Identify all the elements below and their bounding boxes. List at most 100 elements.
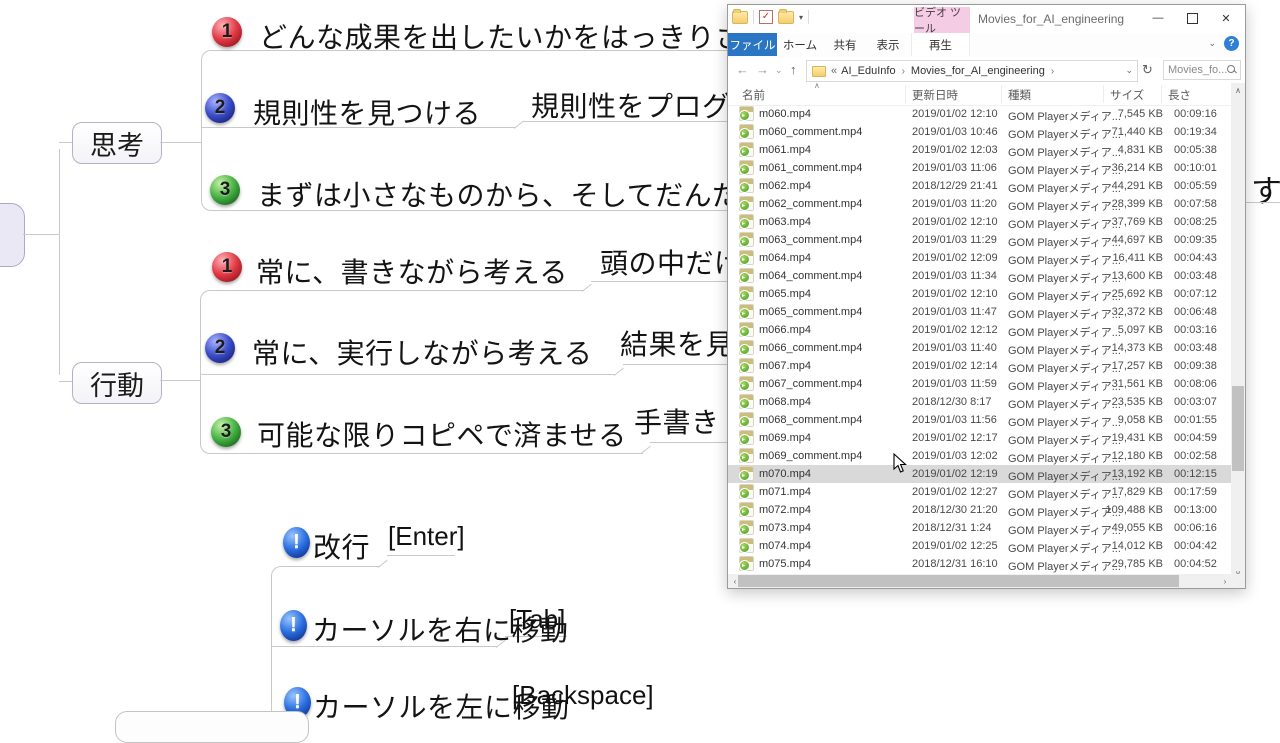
file-row[interactable]: ▸m061_comment.mp42019/01/03 11:06GOM Pla… xyxy=(728,159,1232,177)
child-branch-text[interactable]: 頭の中だけ xyxy=(600,242,743,282)
file-row[interactable]: ▸m060.mp42019/01/02 12:10GOM Playerメディア.… xyxy=(728,105,1232,123)
column-divider[interactable] xyxy=(905,85,906,103)
file-row[interactable]: ▸m065_comment.mp42019/01/03 11:47GOM Pla… xyxy=(728,303,1232,321)
mindmap-partial-node[interactable] xyxy=(115,711,309,743)
file-row[interactable]: ▸m074.mp42019/01/02 12:25GOM Playerメディア.… xyxy=(728,537,1232,555)
file-row[interactable]: ▸m063_comment.mp42019/01/03 11:29GOM Pla… xyxy=(728,231,1232,249)
child-branch-text[interactable]: 手書き xyxy=(634,401,720,441)
maximize-icon xyxy=(1187,13,1198,24)
file-row[interactable]: ▸m063.mp42019/01/02 12:10GOM Playerメディア.… xyxy=(728,213,1232,231)
file-row[interactable]: ▸m072.mp42018/12/30 21:20GOM Playerメディア.… xyxy=(728,501,1232,519)
file-row[interactable]: ▸m060_comment.mp42019/01/03 10:46GOM Pla… xyxy=(728,123,1232,141)
file-length: 00:08:25 xyxy=(1174,216,1217,228)
refresh-icon[interactable]: ↻ xyxy=(1142,62,1153,78)
file-name: m072.mp4 xyxy=(759,504,811,516)
file-row[interactable]: ▸m062_comment.mp42019/01/03 11:20GOM Pla… xyxy=(728,195,1232,213)
up-icon[interactable]: ↑ xyxy=(790,62,797,77)
branch-text[interactable]: 規則性を見つける xyxy=(253,92,481,132)
branch-text[interactable]: 常に、実行しながら考える xyxy=(252,332,592,372)
file-row[interactable]: ▸m069.mp42019/01/02 12:17GOM Playerメディア.… xyxy=(728,429,1232,447)
scroll-up-icon[interactable]: ∧ xyxy=(1231,83,1245,97)
breadcrumb-item[interactable]: Movies_for_AI_engineering xyxy=(911,65,1045,77)
key-label[interactable]: [Tab] xyxy=(509,604,565,635)
column-divider[interactable] xyxy=(1001,85,1002,103)
properties-check-icon[interactable]: ✓ xyxy=(759,10,773,24)
file-row[interactable]: ▸m068_comment.mp42019/01/03 11:56GOM Pla… xyxy=(728,411,1232,429)
column-divider[interactable] xyxy=(1103,85,1104,103)
forward-icon[interactable]: → xyxy=(756,62,769,77)
tab-view[interactable]: 表示 xyxy=(870,33,906,56)
breadcrumb-item[interactable]: AI_EduInfo xyxy=(841,65,895,77)
column-header-size[interactable]: サイズ xyxy=(1110,87,1144,103)
column-header-date[interactable]: 更新日時 xyxy=(912,87,958,103)
file-length: 00:08:06 xyxy=(1174,378,1217,390)
qat-dropdown-icon[interactable]: ▾ xyxy=(799,13,803,22)
breadcrumb-prefix[interactable]: « xyxy=(831,65,837,77)
file-row[interactable]: ▸m064_comment.mp42019/01/03 11:34GOM Pla… xyxy=(728,267,1232,285)
help-icon[interactable]: ? xyxy=(1224,36,1239,51)
folder-icon[interactable] xyxy=(732,11,748,24)
file-length: 00:12:15 xyxy=(1174,468,1217,480)
file-row[interactable]: ▸m067_comment.mp42019/01/03 11:59GOM Pla… xyxy=(728,375,1232,393)
file-row[interactable]: ▸m073.mp42018/12/31 1:24GOM Playerメディア..… xyxy=(728,519,1232,537)
title-bar[interactable]: ✓ ▾ ビデオ ツール Movies_for_AI_engineering — … xyxy=(728,5,1245,33)
key-label[interactable]: [Backspace] xyxy=(512,680,654,711)
vertical-scrollbar[interactable]: ∧ ∨ xyxy=(1231,83,1245,580)
minimize-button[interactable]: — xyxy=(1141,5,1175,31)
back-icon[interactable]: ← xyxy=(736,62,749,77)
file-row[interactable]: ▸m068.mp42018/12/30 8:17GOM Playerメディア..… xyxy=(728,393,1232,411)
branch-text[interactable]: 可能な限りコピペで済ませる xyxy=(257,414,627,454)
key-label[interactable]: [Enter] xyxy=(388,521,465,552)
maximize-button[interactable] xyxy=(1175,5,1209,31)
file-name: m061.mp4 xyxy=(759,144,811,156)
file-row[interactable]: ▸m064.mp42019/01/02 12:09GOM Playerメディア.… xyxy=(728,249,1232,267)
file-row[interactable]: ▸m061.mp42019/01/02 12:03GOM Playerメディア.… xyxy=(728,141,1232,159)
address-bar[interactable]: « AI_EduInfo › Movies_for_AI_engineering… xyxy=(806,60,1138,82)
file-row[interactable]: ▸m071.mp42019/01/02 12:27GOM Playerメディア.… xyxy=(728,483,1232,501)
branch-text[interactable]: どんな成果を出したいかをはっきりさせる xyxy=(259,16,801,56)
file-row[interactable]: ▸m075.mp42018/12/31 16:10GOM Playerメディア.… xyxy=(728,555,1232,573)
column-divider[interactable] xyxy=(1161,85,1162,103)
branch-text[interactable]: 改行 xyxy=(313,526,370,566)
file-row[interactable]: ▸m067.mp42019/01/02 12:14GOM Playerメディア.… xyxy=(728,357,1232,375)
horizontal-scrollbar[interactable]: ‹ › xyxy=(728,574,1232,588)
column-header-type[interactable]: 種類 xyxy=(1008,87,1031,103)
breadcrumb-separator[interactable]: › xyxy=(1051,66,1054,77)
file-row[interactable]: ▸m066.mp42019/01/02 12:12GOM Playerメディア.… xyxy=(728,321,1232,339)
vertical-scroll-thumb[interactable] xyxy=(1232,386,1244,471)
file-row[interactable]: ▸m062.mp42018/12/29 21:41GOM Playerメディア.… xyxy=(728,177,1232,195)
new-folder-icon[interactable] xyxy=(778,11,794,24)
column-header-name[interactable]: 名前 xyxy=(742,87,765,103)
file-row[interactable]: ▸m070.mp42019/01/02 12:19GOM Playerメディア.… xyxy=(728,465,1232,483)
column-header-length[interactable]: 長さ xyxy=(1168,87,1191,103)
child-branch-text[interactable]: 規則性をプログ xyxy=(531,85,731,125)
address-dropdown-icon[interactable]: ⌄ xyxy=(1125,65,1133,76)
mp4-file-icon: ▸ xyxy=(739,358,754,373)
breadcrumb-separator[interactable]: › xyxy=(902,66,905,77)
child-branch-text[interactable]: 結果を見 xyxy=(620,323,734,363)
tab-home[interactable]: ホーム xyxy=(781,33,819,56)
mindmap-node-koudou[interactable]: 行動 xyxy=(72,362,162,404)
child-branch-text-fragment[interactable]: す xyxy=(1251,166,1280,211)
mindmap-node-shikou[interactable]: 思考 xyxy=(72,122,162,164)
tab-share[interactable]: 共有 xyxy=(827,33,863,56)
ribbon-collapse-icon[interactable]: ⌄ xyxy=(1208,38,1216,49)
file-name: m065_comment.mp4 xyxy=(759,306,862,318)
video-tools-contextual-tab[interactable]: ビデオ ツール xyxy=(914,7,970,33)
tab-file[interactable]: ファイル xyxy=(728,33,777,56)
tab-play[interactable]: 再生 xyxy=(911,33,970,56)
scroll-right-icon[interactable]: › xyxy=(1218,574,1232,588)
mindmap-root-node[interactable] xyxy=(0,203,25,267)
file-row[interactable]: ▸m065.mp42019/01/02 12:10GOM Playerメディア.… xyxy=(728,285,1232,303)
file-name: m060_comment.mp4 xyxy=(759,126,862,138)
close-button[interactable]: ✕ xyxy=(1209,5,1243,31)
recent-dropdown-icon[interactable]: ⌄ xyxy=(775,65,783,76)
file-row[interactable]: ▸m066_comment.mp42019/01/03 11:40GOM Pla… xyxy=(728,339,1232,357)
sort-ascending-icon[interactable]: ∧ xyxy=(814,81,820,90)
file-row[interactable]: ▸m069_comment.mp42019/01/03 12:02GOM Pla… xyxy=(728,447,1232,465)
branch-text[interactable]: まずは小さなものから、そしてだんだん大 xyxy=(257,174,798,214)
search-input[interactable]: Movies_fo... xyxy=(1163,60,1241,80)
branch-text[interactable]: 常に、書きながら考える xyxy=(256,251,568,291)
file-size: 17,829 KB xyxy=(1058,486,1163,498)
horizontal-scroll-thumb[interactable] xyxy=(738,575,1179,587)
